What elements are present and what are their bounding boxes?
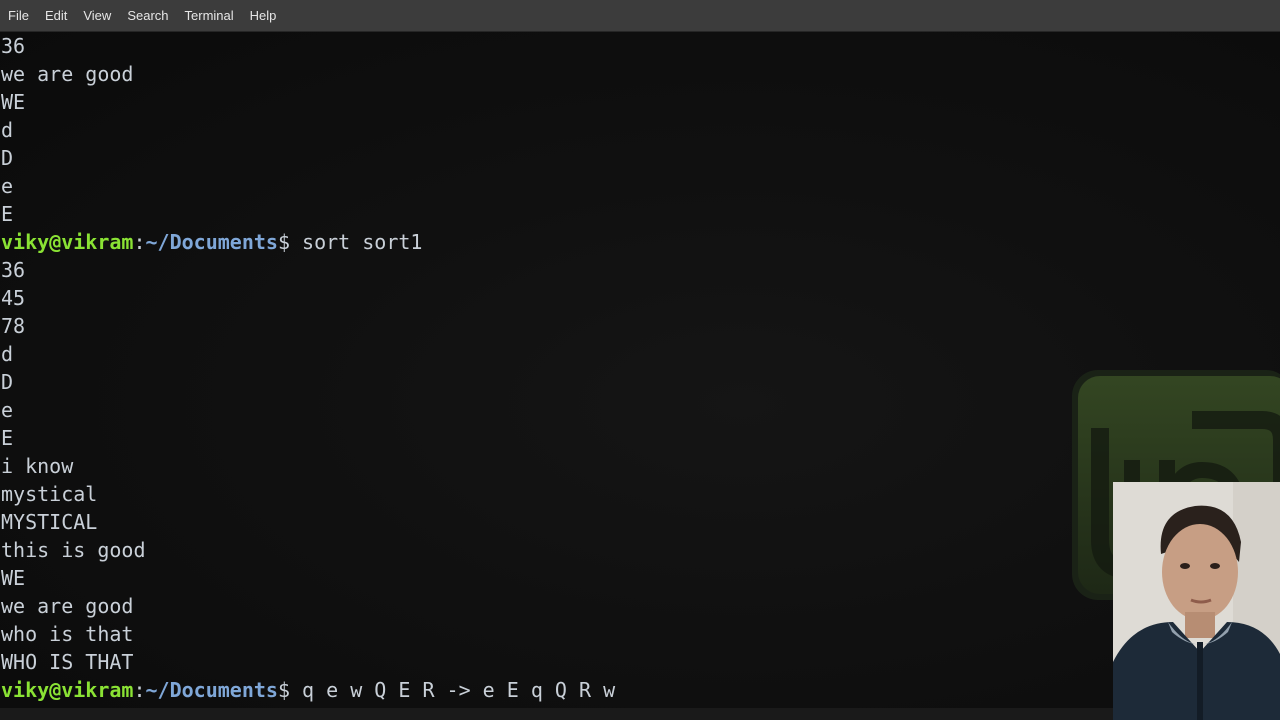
presenter-video [1113,482,1280,720]
output-line: WHO IS THAT [1,650,134,674]
bottom-border [0,708,1280,720]
output-line: WE [1,90,26,114]
output-line: e [1,398,14,422]
prompt-line: viky@vikram:~/Documents$ q e w Q E R -> … [1,676,615,704]
prompt-path: ~/Documents [145,678,278,702]
output-line: e [1,174,14,198]
output-line: E [1,426,14,450]
terminal-window[interactable]: 36 we are good WE d De Eviky@vikram:~/Documen… [0,32,1280,708]
output-line: WE [1,566,26,590]
menu-help[interactable]: Help [242,0,285,32]
command-text: q e w Q E R -> e E q Q R w [290,678,616,702]
menu-file[interactable]: File [0,0,37,32]
prompt-path: ~/Documents [145,230,278,254]
output-line: D [1,146,14,170]
output-line: this is good [1,538,146,562]
prompt-user: viky@vikram [1,230,134,254]
command-text: sort sort1 [290,230,423,254]
menu-bar: File Edit View Search Terminal Help [0,0,1280,32]
output-line: d [1,118,14,142]
prompt-dollar: $ [277,230,290,254]
output-line: we are good [1,594,134,618]
menu-search[interactable]: Search [119,0,176,32]
output-line: we are good [1,62,134,86]
menu-view[interactable]: View [75,0,119,32]
menu-terminal[interactable]: Terminal [177,0,242,32]
prompt-separator: : [133,678,146,702]
output-line: mystical [1,482,98,506]
prompt-user: viky@vikram [1,678,134,702]
output-line: D [1,370,14,394]
prompt-separator: : [133,230,146,254]
output-line: 45 [1,286,26,310]
menu-edit[interactable]: Edit [37,0,75,32]
output-line: 36 [1,258,26,282]
output-line: i know [1,454,74,478]
output-line: who is that [1,622,134,646]
terminal-output: 36 we are good WE d De Eviky@vikram:~/Documen… [1,32,615,704]
output-line: E [1,202,14,226]
webcam-overlay [1113,482,1280,720]
output-line: 36 [1,34,26,58]
prompt-dollar: $ [277,678,290,702]
prompt-line: viky@vikram:~/Documents$ sort sort1 [1,228,615,256]
output-line: d [1,342,14,366]
output-line: 78 [1,314,26,338]
output-line: MYSTICAL [1,510,98,534]
